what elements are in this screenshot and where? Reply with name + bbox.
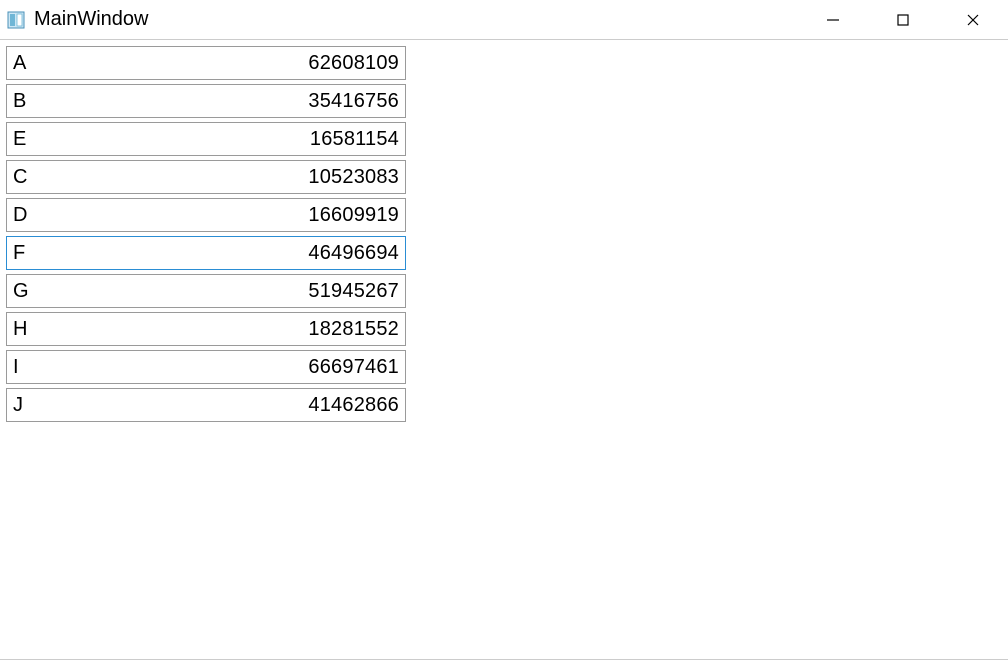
close-button[interactable] — [938, 0, 1008, 39]
list-item[interactable]: I66697461 — [6, 350, 406, 384]
list-item-value: 18281552 — [27, 318, 399, 341]
app-icon — [6, 10, 26, 30]
list-item-value: 46496694 — [25, 242, 399, 265]
list-item-value: 16581154 — [26, 128, 399, 151]
close-icon — [966, 13, 980, 27]
maximize-icon — [896, 13, 910, 27]
content-area: A62608109B35416756E16581154C10523083D166… — [0, 40, 1008, 432]
list-item-label: G — [13, 280, 29, 303]
list-item[interactable]: G51945267 — [6, 274, 406, 308]
list-item[interactable]: F46496694 — [6, 236, 406, 270]
list-item-value: 62608109 — [26, 52, 399, 75]
list-item-value: 16609919 — [27, 204, 399, 227]
list-item[interactable]: J41462866 — [6, 388, 406, 422]
list-item[interactable]: A62608109 — [6, 46, 406, 80]
list-item[interactable]: B35416756 — [6, 84, 406, 118]
list-item-value: 10523083 — [27, 166, 399, 189]
list-item-label: B — [13, 90, 26, 113]
list-item-value: 35416756 — [26, 90, 399, 113]
list-item[interactable]: E16581154 — [6, 122, 406, 156]
titlebar: MainWindow — [0, 0, 1008, 40]
list-item-label: H — [13, 318, 27, 341]
list-item-value: 41462866 — [23, 394, 399, 417]
list-item-label: C — [13, 166, 27, 189]
list-item-label: F — [13, 242, 25, 265]
item-list: A62608109B35416756E16581154C10523083D166… — [6, 46, 406, 422]
footer-divider — [0, 659, 1008, 660]
window-controls — [798, 0, 1008, 39]
minimize-icon — [826, 13, 840, 27]
list-item-value: 66697461 — [19, 356, 399, 379]
list-item-label: D — [13, 204, 27, 227]
list-item-label: E — [13, 128, 26, 151]
list-item-label: A — [13, 52, 26, 75]
list-item[interactable]: C10523083 — [6, 160, 406, 194]
list-item-label: J — [13, 394, 23, 417]
list-item-value: 51945267 — [29, 280, 399, 303]
maximize-button[interactable] — [868, 0, 938, 39]
window-title: MainWindow — [34, 8, 148, 31]
list-item[interactable]: H18281552 — [6, 312, 406, 346]
minimize-button[interactable] — [798, 0, 868, 39]
list-item[interactable]: D16609919 — [6, 198, 406, 232]
